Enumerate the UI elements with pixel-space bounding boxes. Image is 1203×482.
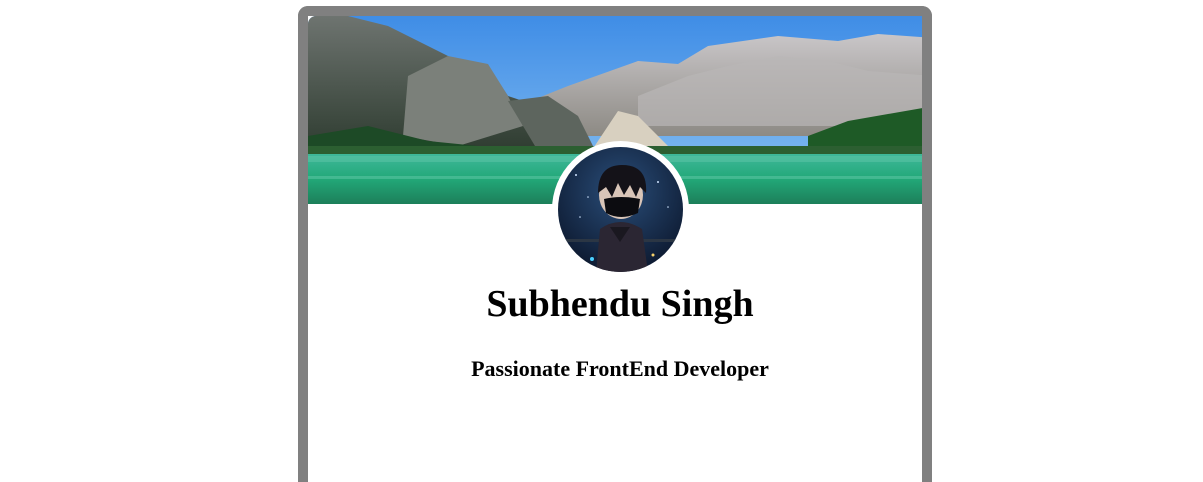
profile-tagline: Passionate FrontEnd Developer	[471, 356, 769, 381]
masked-anime-boy-icon	[558, 147, 683, 272]
profile-card: Subhendu Singh Passionate FrontEnd Devel…	[298, 6, 932, 482]
avatar-frame	[552, 141, 689, 278]
avatar	[558, 147, 683, 272]
profile-name: Subhendu Singh	[486, 283, 754, 325]
